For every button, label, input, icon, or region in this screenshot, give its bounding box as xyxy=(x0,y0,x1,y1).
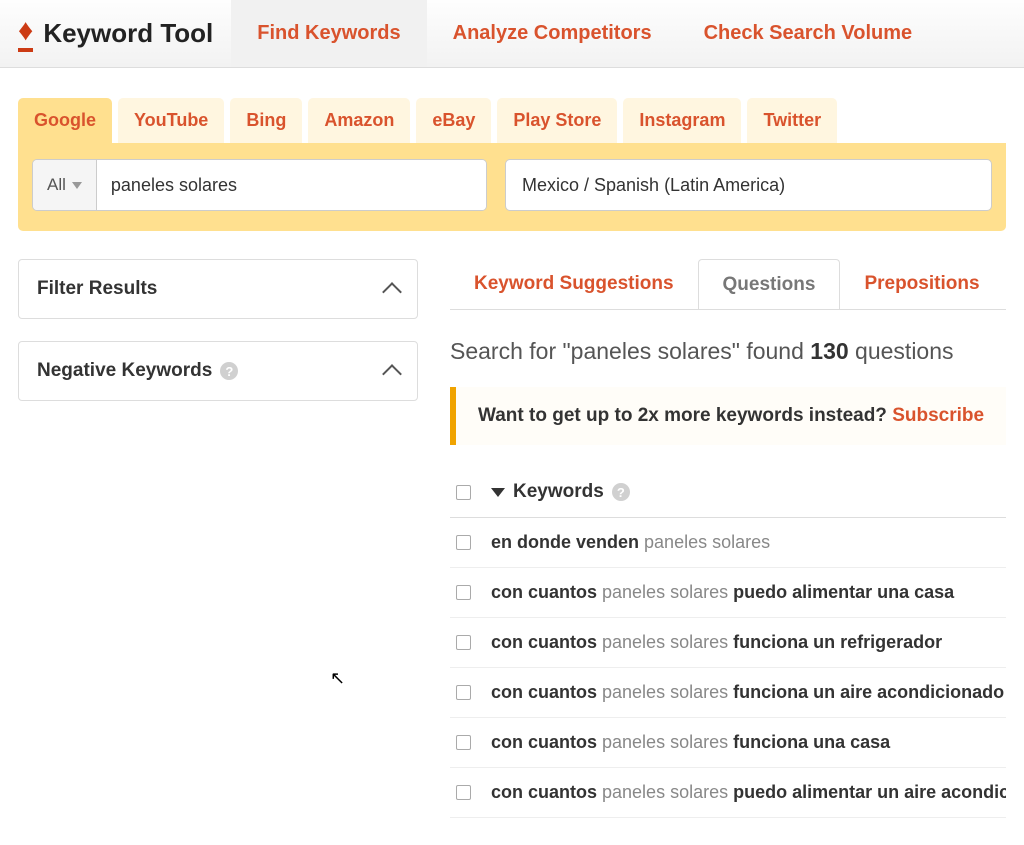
topnav-analyze-competitors[interactable]: Analyze Competitors xyxy=(427,0,678,67)
result-heading: Search for "paneles solares" found 130 q… xyxy=(450,338,1006,365)
table-row[interactable]: en donde venden paneles solares xyxy=(450,518,1006,568)
scope-label: All xyxy=(47,175,66,195)
engine-tab-twitter[interactable]: Twitter xyxy=(747,98,837,143)
keyword-cell: con cuantos paneles solares puedo alimen… xyxy=(491,582,954,603)
table-header: Keywords ? xyxy=(450,481,1006,518)
row-checkbox[interactable] xyxy=(456,735,471,750)
engine-area: Google YouTube Bing Amazon eBay Play Sto… xyxy=(0,68,1024,231)
content: Keyword Suggestions Questions Prepositio… xyxy=(450,259,1006,818)
tab-questions[interactable]: Questions xyxy=(698,259,841,310)
topbar: ♦ Keyword Tool Find Keywords Analyze Com… xyxy=(0,0,1024,68)
tab-prepositions[interactable]: Prepositions xyxy=(840,259,1003,310)
engine-tab-instagram[interactable]: Instagram xyxy=(623,98,741,143)
engine-tab-bing[interactable]: Bing xyxy=(230,98,302,143)
search-box: All xyxy=(32,159,487,211)
select-all-checkbox[interactable] xyxy=(456,485,471,500)
keyword-cell: con cuantos paneles solares funciona un … xyxy=(491,632,942,653)
result-count: 130 xyxy=(810,338,848,364)
chevron-up-icon xyxy=(382,364,402,384)
subscribe-link[interactable]: Subscribe xyxy=(892,405,984,426)
logo-text: Keyword Tool xyxy=(43,18,213,49)
column-keywords[interactable]: Keywords ? xyxy=(491,481,630,503)
table-row[interactable]: con cuantos paneles solares funciona un … xyxy=(450,668,1006,718)
chevron-down-icon xyxy=(72,182,82,189)
engine-tab-google[interactable]: Google xyxy=(18,98,112,143)
search-input[interactable] xyxy=(97,160,486,210)
negative-keywords-label: Negative Keywords xyxy=(37,360,212,382)
engine-tab-ebay[interactable]: eBay xyxy=(416,98,491,143)
row-checkbox[interactable] xyxy=(456,585,471,600)
promo-banner: Want to get up to 2x more keywords inste… xyxy=(450,387,1006,445)
help-icon[interactable]: ? xyxy=(220,362,238,380)
table-row[interactable]: con cuantos paneles solares puedo alimen… xyxy=(450,768,1006,818)
keyword-cell: con cuantos paneles solares funciona un … xyxy=(491,682,1004,703)
tab-keyword-suggestions[interactable]: Keyword Suggestions xyxy=(450,259,698,310)
chevron-up-icon xyxy=(382,282,402,302)
help-icon[interactable]: ? xyxy=(612,483,630,501)
table-row[interactable]: con cuantos paneles solares puedo alimen… xyxy=(450,568,1006,618)
logo[interactable]: ♦ Keyword Tool xyxy=(0,0,231,67)
top-nav: Find Keywords Analyze Competitors Check … xyxy=(231,0,938,67)
engine-tab-youtube[interactable]: YouTube xyxy=(118,98,224,143)
row-checkbox[interactable] xyxy=(456,635,471,650)
negative-keywords-panel[interactable]: Negative Keywords ? xyxy=(18,341,418,401)
table-row[interactable]: con cuantos paneles solares funciona una… xyxy=(450,718,1006,768)
negative-keywords-title: Negative Keywords ? xyxy=(37,360,238,382)
main: Filter Results Negative Keywords ? Keywo… xyxy=(0,231,1024,818)
keyword-cell: con cuantos paneles solares puedo alimen… xyxy=(491,782,1006,803)
row-checkbox[interactable] xyxy=(456,535,471,550)
column-keywords-label: Keywords xyxy=(513,481,604,503)
keyword-cell: con cuantos paneles solares funciona una… xyxy=(491,732,890,753)
flame-icon: ♦ xyxy=(18,16,33,52)
row-checkbox[interactable] xyxy=(456,785,471,800)
keyword-cell: en donde venden paneles solares xyxy=(491,532,770,553)
scope-select[interactable]: All xyxy=(33,160,97,210)
filter-results-title: Filter Results xyxy=(37,278,157,300)
promo-text: Want to get up to 2x more keywords inste… xyxy=(478,405,892,426)
engine-tab-playstore[interactable]: Play Store xyxy=(497,98,617,143)
engine-tabs: Google YouTube Bing Amazon eBay Play Sto… xyxy=(18,98,1006,143)
sort-desc-icon xyxy=(491,488,505,497)
keywords-table: Keywords ? en donde venden paneles solar… xyxy=(450,481,1006,818)
region-select[interactable]: Mexico / Spanish (Latin America) xyxy=(505,159,992,211)
search-row: All Mexico / Spanish (Latin America) xyxy=(18,143,1006,231)
region-label: Mexico / Spanish (Latin America) xyxy=(522,175,785,196)
sidebar: Filter Results Negative Keywords ? xyxy=(18,259,418,818)
row-checkbox[interactable] xyxy=(456,685,471,700)
filter-results-panel[interactable]: Filter Results xyxy=(18,259,418,319)
result-tabs: Keyword Suggestions Questions Prepositio… xyxy=(450,259,1006,310)
engine-tab-amazon[interactable]: Amazon xyxy=(308,98,410,143)
table-row[interactable]: con cuantos paneles solares funciona un … xyxy=(450,618,1006,668)
topnav-find-keywords[interactable]: Find Keywords xyxy=(231,0,426,67)
topnav-check-search-volume[interactable]: Check Search Volume xyxy=(678,0,939,67)
